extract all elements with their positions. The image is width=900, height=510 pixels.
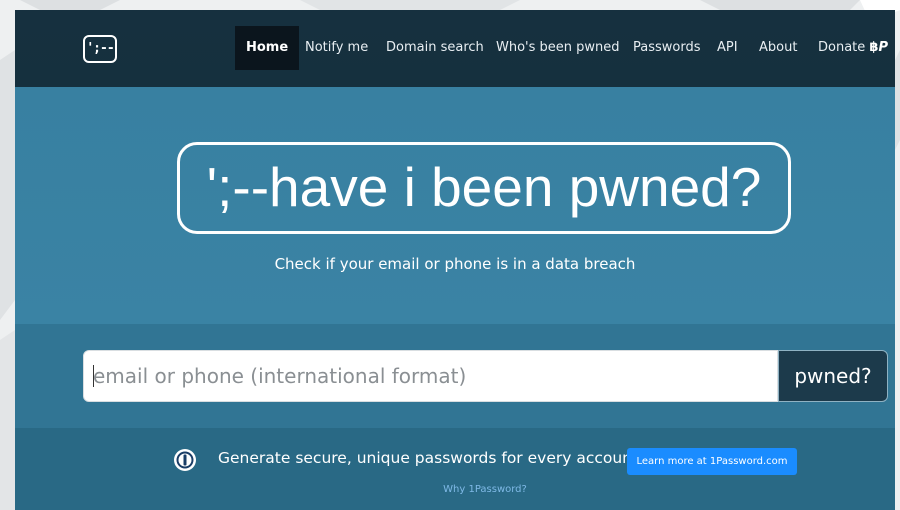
pwned-button[interactable]: pwned? xyxy=(778,350,888,402)
1password-icon xyxy=(174,449,196,471)
nav-item-domain-search[interactable]: Domain search xyxy=(386,26,484,70)
promo-text: Generate secure, unique passwords for ev… xyxy=(218,449,639,467)
search-section: pwned? xyxy=(15,324,895,428)
paypal-icon: P xyxy=(878,40,888,55)
learn-more-button[interactable]: Learn more at 1Password.com xyxy=(627,448,797,475)
app-window: ';-- Home Notify me Domain search Who's … xyxy=(15,10,895,510)
site-title: ';--have i been pwned? xyxy=(177,142,791,234)
navbar: ';-- Home Notify me Domain search Who's … xyxy=(15,10,895,87)
donate-label: Donate xyxy=(818,40,866,55)
nav-item-api[interactable]: API xyxy=(717,26,738,70)
nav-item-passwords[interactable]: Passwords xyxy=(633,26,701,70)
search-input[interactable] xyxy=(83,350,778,402)
nav-item-about[interactable]: About xyxy=(759,26,797,70)
hero-section: ';--have i been pwned? Check if your ema… xyxy=(15,87,895,324)
nav-item-donate[interactable]: Donate ฿P xyxy=(818,26,888,70)
nav-item-whos-been-pwned[interactable]: Who's been pwned xyxy=(496,26,620,70)
promo-section: Generate secure, unique passwords for ev… xyxy=(15,428,895,510)
why-1password-link[interactable]: Why 1Password? xyxy=(15,484,895,495)
tagline: Check if your email or phone is in a dat… xyxy=(274,255,636,273)
nav-item-notify-me[interactable]: Notify me xyxy=(305,26,368,70)
logo[interactable]: ';-- xyxy=(83,35,117,63)
text-caret xyxy=(93,365,94,387)
nav-item-home[interactable]: Home xyxy=(235,26,300,70)
